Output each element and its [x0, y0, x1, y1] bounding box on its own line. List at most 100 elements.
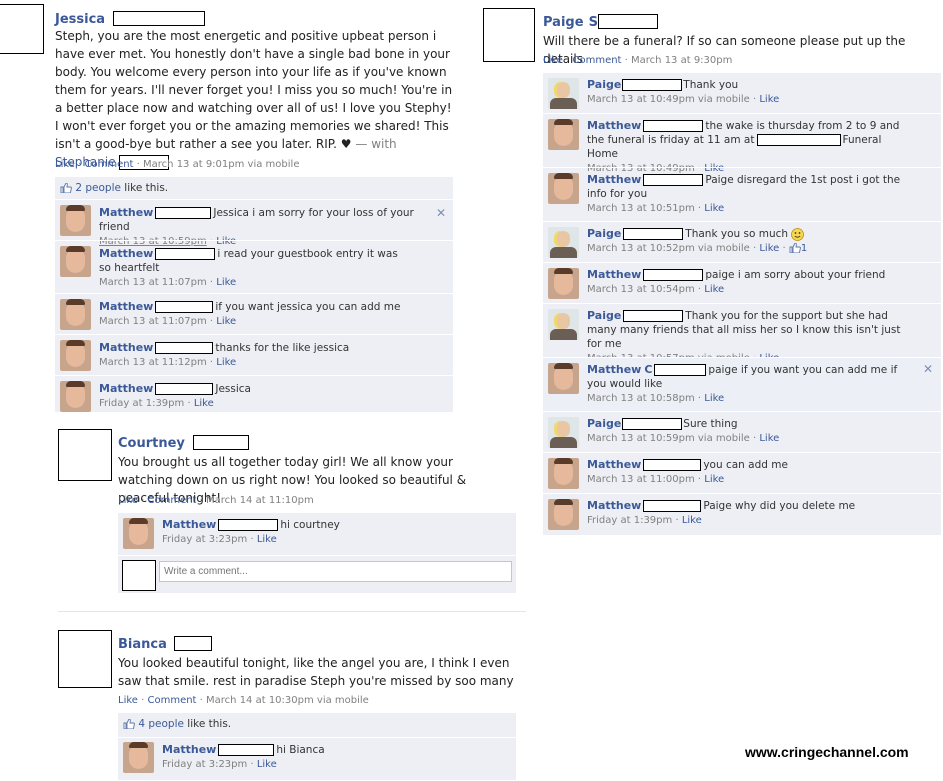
- comment-link[interactable]: Comment: [84, 159, 133, 170]
- commenter-name[interactable]: Matthew: [162, 518, 216, 531]
- commenter-name[interactable]: Matthew: [99, 247, 153, 260]
- divider: [58, 611, 526, 612]
- avatar[interactable]: [548, 227, 579, 258]
- commenter-name[interactable]: Paige: [587, 78, 621, 91]
- avatar[interactable]: [548, 363, 579, 394]
- redacted-surname: [643, 459, 702, 471]
- commenter-name[interactable]: Matthew: [587, 499, 641, 512]
- commenter-name[interactable]: Matthew: [587, 119, 641, 132]
- post-header: Courtney: [118, 432, 249, 451]
- commenter-name[interactable]: Matthew: [587, 458, 641, 471]
- comment-timestamp[interactable]: March 13 at 10:52pm via mobile: [587, 243, 750, 254]
- commenter-name[interactable]: Matthew: [162, 743, 216, 756]
- like-link[interactable]: Like: [216, 316, 236, 327]
- write-comment-input[interactable]: [159, 561, 512, 582]
- like-link[interactable]: Like: [216, 357, 236, 368]
- comment-timestamp[interactable]: March 13 at 10:59pm via mobile: [587, 433, 750, 444]
- paige-profile-photo[interactable]: [483, 8, 535, 62]
- avatar[interactable]: [548, 268, 579, 299]
- comment-timestamp[interactable]: Friday at 1:39pm: [99, 398, 184, 409]
- avatar[interactable]: [548, 458, 579, 489]
- commenter-name[interactable]: Matthew: [99, 206, 153, 219]
- avatar[interactable]: [60, 340, 91, 371]
- close-icon[interactable]: ✕: [436, 206, 446, 220]
- close-icon[interactable]: ✕: [923, 362, 933, 376]
- commenter-name[interactable]: Matthew: [99, 341, 153, 354]
- likes-count-link[interactable]: 4 people: [138, 718, 184, 730]
- avatar[interactable]: [548, 309, 579, 340]
- like-link[interactable]: Like: [118, 495, 138, 506]
- bianca-profile-photo[interactable]: [58, 630, 112, 688]
- like-link[interactable]: Like: [118, 695, 138, 706]
- likes-count-link[interactable]: 2 people: [75, 182, 121, 194]
- comments-panel: Paige Thank you March 13 at 10:49pm via m…: [543, 73, 941, 535]
- avatar[interactable]: [123, 518, 154, 549]
- comment-item: Matthew Cpaige if you want you can add me…: [543, 357, 941, 411]
- avatar[interactable]: [548, 119, 579, 150]
- comment-timestamp[interactable]: March 13 at 10:51pm: [587, 203, 695, 214]
- avatar[interactable]: [60, 205, 91, 236]
- comment-link[interactable]: Comment: [572, 55, 621, 66]
- smiley-icon: [791, 227, 805, 241]
- avatar[interactable]: [548, 173, 579, 204]
- author-name[interactable]: Bianca: [118, 637, 167, 652]
- comment-timestamp[interactable]: Friday at 3:23pm: [162, 534, 247, 545]
- commenter-name[interactable]: Matthew: [99, 300, 153, 313]
- like-link[interactable]: Like: [257, 534, 277, 545]
- post-timestamp[interactable]: March 13 at 9:30pm: [631, 55, 732, 66]
- comment-timestamp[interactable]: Friday at 3:23pm: [162, 759, 247, 770]
- commenter-name[interactable]: Matthew: [587, 363, 641, 376]
- redacted-surname: [643, 269, 704, 281]
- comment-like-count[interactable]: 1: [801, 243, 807, 254]
- avatar[interactable]: [548, 417, 579, 448]
- like-link[interactable]: Like: [759, 94, 779, 105]
- commenter-name[interactable]: Matthew: [587, 268, 641, 281]
- commenter-name[interactable]: Matthew: [99, 382, 153, 395]
- comment-timestamp[interactable]: Friday at 1:39pm: [587, 515, 672, 526]
- comment-timestamp[interactable]: March 13 at 11:07pm: [99, 277, 207, 288]
- avatar[interactable]: [60, 381, 91, 412]
- like-link[interactable]: Like: [759, 433, 779, 444]
- author-name[interactable]: Jessica: [55, 12, 105, 27]
- avatar[interactable]: [548, 499, 579, 530]
- jessica-profile-photo[interactable]: [0, 4, 44, 54]
- avatar[interactable]: [548, 78, 579, 109]
- like-link[interactable]: Like: [704, 203, 724, 214]
- like-link[interactable]: Like: [704, 393, 724, 404]
- like-link[interactable]: Like: [543, 55, 563, 66]
- thumbs-up-icon: [123, 719, 135, 729]
- redacted-surname: [218, 744, 275, 756]
- redacted-surname: [622, 418, 683, 430]
- comment-timestamp[interactable]: March 13 at 11:07pm: [99, 316, 207, 327]
- like-link[interactable]: Like: [682, 515, 702, 526]
- commenter-name[interactable]: Paige: [587, 417, 621, 430]
- comment-timestamp[interactable]: March 13 at 10:58pm: [587, 393, 695, 404]
- like-link[interactable]: Like: [704, 284, 724, 295]
- comment-link[interactable]: Comment: [147, 495, 196, 506]
- like-link[interactable]: Like: [257, 759, 277, 770]
- post-timestamp[interactable]: March 13 at 9:01pm via mobile: [143, 159, 299, 170]
- post-timestamp[interactable]: March 14 at 11:10pm: [206, 495, 314, 506]
- like-link[interactable]: Like: [55, 159, 75, 170]
- commenter-name[interactable]: Paige: [587, 227, 621, 240]
- comment-link[interactable]: Comment: [147, 695, 196, 706]
- comment-timestamp[interactable]: March 13 at 10:54pm: [587, 284, 695, 295]
- like-link[interactable]: Like: [759, 243, 779, 254]
- redacted-surname: [155, 301, 214, 313]
- commenter-name[interactable]: Matthew: [587, 173, 641, 186]
- like-link[interactable]: Like: [216, 277, 236, 288]
- courtney-profile-photo[interactable]: [58, 429, 112, 481]
- comment-timestamp[interactable]: March 13 at 11:00pm: [587, 474, 695, 485]
- avatar[interactable]: [60, 299, 91, 330]
- avatar[interactable]: [123, 742, 154, 773]
- post-timestamp[interactable]: March 14 at 10:30pm via mobile: [206, 695, 369, 706]
- like-link[interactable]: Like: [704, 474, 724, 485]
- commenter-name[interactable]: Paige: [587, 309, 621, 322]
- comment-timestamp[interactable]: March 13 at 11:12pm: [99, 357, 207, 368]
- author-name[interactable]: Paige: [543, 15, 584, 30]
- author-name[interactable]: Courtney: [118, 436, 185, 451]
- like-link[interactable]: Like: [194, 398, 214, 409]
- comment-timestamp[interactable]: March 13 at 10:49pm via mobile: [587, 94, 750, 105]
- comment-item: Matthew the wake is thursday from 2 to 9 …: [543, 113, 941, 174]
- avatar[interactable]: [60, 246, 91, 277]
